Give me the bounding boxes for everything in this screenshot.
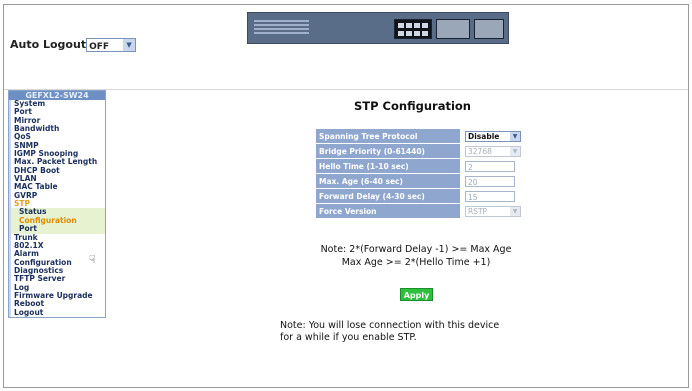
pointer-hand-icon: ☟ bbox=[89, 253, 96, 266]
switch-banner-image bbox=[247, 12, 509, 44]
bridge-priority-select[interactable]: 32768 ▼ bbox=[465, 145, 521, 157]
timing-note-line1: Note: 2*(Forward Delay -1) >= Max Age bbox=[320, 244, 512, 255]
chevron-down-icon[interactable]: ▼ bbox=[510, 206, 520, 216]
timing-note: Note: 2*(Forward Delay -1) >= Max Age Ma… bbox=[300, 243, 532, 269]
sidebar-menu: GEFXL2-SW24 System Port Mirror Bandwidth… bbox=[8, 90, 106, 318]
auto-logout-label: Auto Logout bbox=[10, 38, 87, 51]
switch-port-group-1 bbox=[394, 19, 432, 39]
chevron-down-icon[interactable]: ▼ bbox=[123, 39, 136, 51]
table-row: Max. Age (6-40 sec) 20 bbox=[315, 173, 524, 189]
forward-delay-input[interactable]: 15 bbox=[465, 190, 515, 202]
field-label: Force Version bbox=[315, 203, 461, 219]
field-label: Forward Delay (4-30 sec) bbox=[315, 188, 461, 204]
spanning-tree-protocol-select[interactable]: Disable ▼ bbox=[465, 130, 521, 142]
field-label: Max. Age (6-40 sec) bbox=[315, 173, 461, 189]
table-row: Hello Time (1-10 sec) 2 bbox=[315, 158, 524, 174]
field-label: Hello Time (1-10 sec) bbox=[315, 158, 461, 174]
warning-note: Note: You will lose connection with this… bbox=[280, 320, 550, 344]
sidebar-item-logout[interactable]: Logout bbox=[9, 308, 105, 317]
table-row: Bridge Priority (0-61440) 32768 ▼ bbox=[315, 143, 524, 159]
chevron-down-icon[interactable]: ▼ bbox=[510, 131, 520, 141]
stp-config-table: Spanning Tree Protocol Disable ▼ Bridge P… bbox=[315, 128, 524, 219]
warning-note-line2: for a while if you enable STP. bbox=[280, 332, 417, 343]
warning-note-line1: Note: You will lose connection with this… bbox=[280, 320, 500, 331]
switch-port-group-2 bbox=[436, 19, 470, 39]
page-title: STP Configuration bbox=[354, 99, 471, 113]
apply-button[interactable]: Apply bbox=[400, 288, 433, 301]
switch-led-panel bbox=[254, 18, 309, 38]
select-value: 32768 bbox=[468, 146, 492, 156]
switch-port-group-3 bbox=[474, 19, 504, 39]
force-version-select[interactable]: RSTP ▼ bbox=[465, 205, 521, 217]
select-value: RSTP bbox=[468, 206, 488, 216]
select-value: Disable bbox=[468, 131, 500, 141]
max-age-input[interactable]: 20 bbox=[465, 175, 515, 187]
table-row: Forward Delay (4-30 sec) 15 bbox=[315, 188, 524, 204]
auto-logout-select[interactable]: OFF ▼ bbox=[86, 38, 137, 52]
table-row: Force Version RSTP ▼ bbox=[315, 203, 524, 219]
header-divider bbox=[4, 89, 688, 90]
table-row: Spanning Tree Protocol Disable ▼ bbox=[315, 128, 524, 144]
timing-note-line2: Max Age >= 2*(Hello Time +1) bbox=[341, 257, 491, 268]
auto-logout: Auto Logout OFF ▼ bbox=[10, 38, 137, 52]
field-label: Spanning Tree Protocol bbox=[315, 128, 461, 144]
chevron-down-icon[interactable]: ▼ bbox=[510, 146, 520, 156]
hello-time-input[interactable]: 2 bbox=[465, 160, 515, 172]
auto-logout-value: OFF bbox=[89, 42, 110, 52]
field-label: Bridge Priority (0-61440) bbox=[315, 143, 461, 159]
